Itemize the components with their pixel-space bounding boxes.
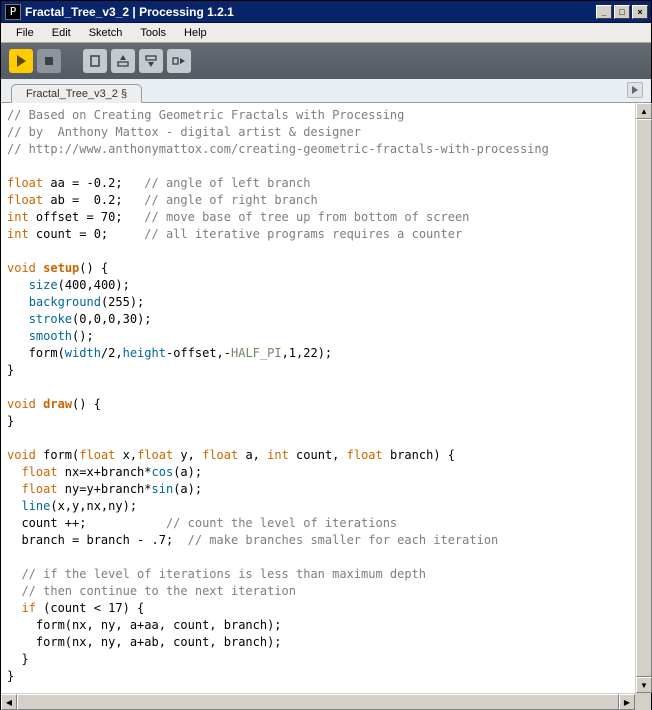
new-icon bbox=[88, 54, 102, 68]
close-button[interactable]: × bbox=[632, 5, 648, 19]
save-button[interactable] bbox=[139, 49, 163, 73]
title-bar: P Fractal_Tree_v3_2 | Processing 1.2.1 _… bbox=[1, 1, 651, 23]
menu-sketch[interactable]: Sketch bbox=[80, 25, 132, 41]
export-right-arrow-icon bbox=[172, 54, 186, 68]
maximize-button[interactable]: □ bbox=[614, 5, 630, 19]
new-button[interactable] bbox=[83, 49, 107, 73]
tab-label: Fractal_Tree_v3_2 § bbox=[26, 88, 127, 100]
export-button[interactable] bbox=[167, 49, 191, 73]
horizontal-scrollbar[interactable]: ◀ ▶ bbox=[1, 693, 651, 709]
horizontal-scroll-thumb[interactable] bbox=[17, 694, 619, 710]
tab-expand-button[interactable] bbox=[627, 82, 643, 98]
editor-viewport[interactable]: // Based on Creating Geometric Fractals … bbox=[1, 103, 635, 693]
window-buttons: _ □ × bbox=[595, 5, 651, 19]
chevron-right-icon bbox=[631, 86, 639, 94]
vertical-scrollbar[interactable]: ▲ ▼ bbox=[635, 103, 651, 693]
menu-file[interactable]: File bbox=[7, 25, 43, 41]
window-title: Fractal_Tree_v3_2 | Processing 1.2.1 bbox=[25, 5, 595, 19]
tab-row: Fractal_Tree_v3_2 § bbox=[1, 79, 651, 103]
toolbar bbox=[1, 43, 651, 79]
save-down-arrow-icon bbox=[144, 54, 158, 68]
open-button[interactable] bbox=[111, 49, 135, 73]
open-up-arrow-icon bbox=[116, 54, 130, 68]
editor-area: // Based on Creating Geometric Fractals … bbox=[1, 103, 651, 693]
app-icon: P bbox=[5, 4, 21, 20]
stop-button[interactable] bbox=[37, 49, 61, 73]
scroll-down-button[interactable]: ▼ bbox=[636, 677, 652, 693]
vertical-scroll-thumb[interactable] bbox=[636, 119, 652, 677]
menu-bar: File Edit Sketch Tools Help bbox=[1, 23, 651, 43]
menu-edit[interactable]: Edit bbox=[43, 25, 80, 41]
tab-current[interactable]: Fractal_Tree_v3_2 § bbox=[11, 84, 142, 103]
play-icon bbox=[14, 54, 28, 68]
run-button[interactable] bbox=[9, 49, 33, 73]
scroll-right-button[interactable]: ▶ bbox=[619, 694, 635, 710]
stop-icon bbox=[43, 55, 55, 67]
scroll-up-button[interactable]: ▲ bbox=[636, 103, 652, 119]
minimize-button[interactable]: _ bbox=[596, 5, 612, 19]
menu-help[interactable]: Help bbox=[175, 25, 216, 41]
code-editor[interactable]: // Based on Creating Geometric Fractals … bbox=[1, 103, 635, 689]
scrollbar-corner bbox=[635, 694, 651, 710]
menu-tools[interactable]: Tools bbox=[131, 25, 175, 41]
scroll-left-button[interactable]: ◀ bbox=[1, 694, 17, 710]
